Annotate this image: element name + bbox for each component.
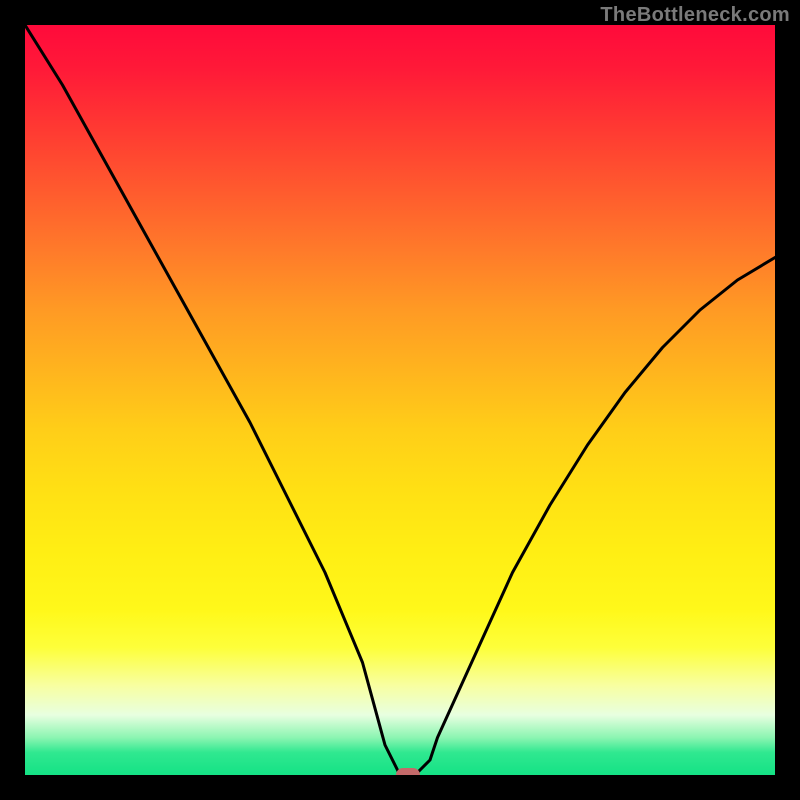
- curve-svg: [25, 25, 775, 775]
- minimum-marker: [396, 768, 420, 775]
- watermark-text: TheBottleneck.com: [600, 4, 790, 27]
- chart-frame: TheBottleneck.com: [0, 0, 800, 800]
- plot-area: [25, 25, 775, 775]
- bottleneck-curve: [25, 25, 775, 775]
